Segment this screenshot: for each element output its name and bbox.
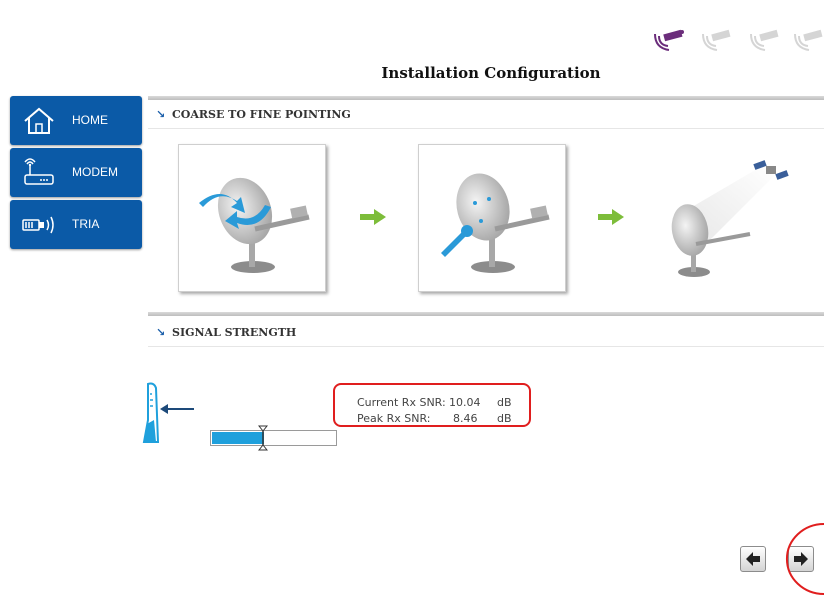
nav-modem-button[interactable]: MODEM	[10, 148, 142, 197]
peak-snr-unit: dB	[497, 412, 512, 425]
current-snr-value: 10.04	[449, 396, 481, 409]
section-divider	[148, 312, 824, 316]
step-3-satellite-icon	[750, 29, 779, 51]
signal-meter-icon	[142, 382, 194, 443]
signal-section-header: ↘ SIGNAL STRENGTH	[148, 322, 824, 347]
back-button[interactable]	[740, 546, 766, 572]
fine-pointing-image	[418, 144, 566, 292]
signal-strength-bar	[210, 430, 337, 446]
current-snr-unit: dB	[497, 396, 512, 409]
snr-readout-box: Current Rx SNR: 10.04 dB Peak Rx SNR: 8.…	[333, 383, 531, 427]
tria-icon	[22, 216, 54, 234]
section-arrow-icon: ↘	[156, 326, 166, 339]
coarse-pointing-image	[178, 144, 326, 292]
current-snr-label: Current Rx SNR:	[357, 396, 446, 409]
green-arrow-icon	[598, 209, 624, 225]
peak-snr-label: Peak Rx SNR:	[357, 412, 431, 425]
signal-strength-fill	[212, 432, 264, 444]
nav-modem-label: MODEM	[72, 165, 118, 179]
pointing-section-title: COARSE TO FINE POINTING	[172, 108, 351, 121]
pointing-section-header: ↘ COARSE TO FINE POINTING	[148, 104, 824, 129]
next-highlight-circle	[786, 523, 824, 595]
arrow-left-icon	[746, 552, 760, 566]
nav-tria-label: TRIA	[72, 217, 100, 231]
step-2-satellite-icon	[702, 29, 731, 51]
green-arrow-icon	[360, 209, 386, 225]
satellite-aligned-image	[658, 144, 804, 290]
section-arrow-icon: ↘	[156, 108, 166, 121]
step-4-satellite-icon	[794, 29, 823, 51]
step-1-satellite-icon	[654, 29, 684, 51]
peak-marker-icon	[258, 425, 268, 451]
page-title: Installation Configuration	[381, 64, 601, 82]
modem-icon	[24, 158, 54, 185]
peak-snr-value: 8.46	[453, 412, 478, 425]
nav-tria-button[interactable]: TRIA	[10, 200, 142, 249]
section-divider	[148, 96, 824, 100]
signal-section-title: SIGNAL STRENGTH	[172, 326, 297, 339]
nav-home-label: HOME	[72, 113, 108, 127]
home-icon	[24, 107, 54, 134]
nav-home-button[interactable]: HOME	[10, 96, 142, 145]
